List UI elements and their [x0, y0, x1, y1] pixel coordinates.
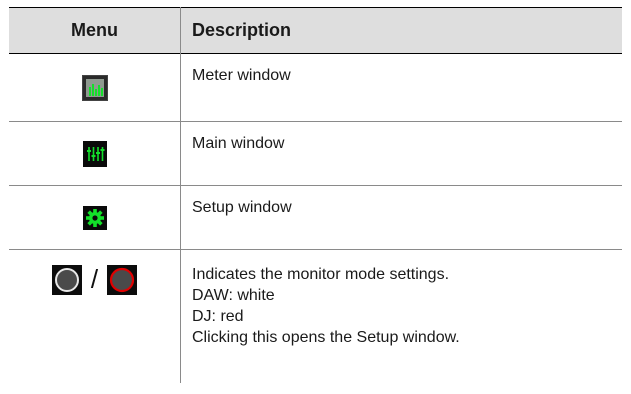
gear-icon[interactable]: [82, 205, 107, 230]
menu-description-table: Menu Description Meter window Main windo…: [9, 7, 622, 383]
icon-separator: /: [90, 264, 99, 294]
description-line: Clicking this opens the Setup window.: [192, 329, 460, 346]
monitor-mode-daw-icon[interactable]: [51, 264, 82, 295]
description-line: DAW: white: [192, 287, 275, 304]
monitor-mode-dj-icon[interactable]: [107, 264, 138, 295]
table-row: Setup window: [9, 185, 622, 250]
menu-cell: [9, 53, 181, 122]
description-cell: Meter window: [180, 53, 622, 122]
meter-window-icon[interactable]: [81, 74, 108, 101]
header-description: Description: [192, 20, 292, 40]
description-cell: Indicates the monitor mode settings. DAW…: [181, 250, 623, 383]
table-header-row: Menu Description: [9, 7, 622, 54]
description-line: Main window: [192, 135, 285, 152]
table-row: Main window: [9, 121, 622, 186]
menu-cell: /: [9, 249, 181, 383]
mixer-faders-icon[interactable]: [82, 140, 107, 167]
description-line: Setup window: [192, 199, 292, 216]
description-line: Indicates the monitor mode settings.: [192, 266, 450, 283]
header-menu: Menu: [9, 7, 181, 54]
description-line: Meter window: [192, 67, 291, 84]
table-row: Meter window: [9, 53, 622, 122]
menu-cell: [9, 185, 181, 250]
description-line: DJ: red: [192, 308, 244, 325]
description-cell: Setup window: [180, 185, 622, 250]
table-row: / Indicates the monitor mode settings. D…: [9, 249, 623, 383]
description-cell: Main window: [180, 121, 622, 186]
menu-cell: [9, 121, 181, 186]
